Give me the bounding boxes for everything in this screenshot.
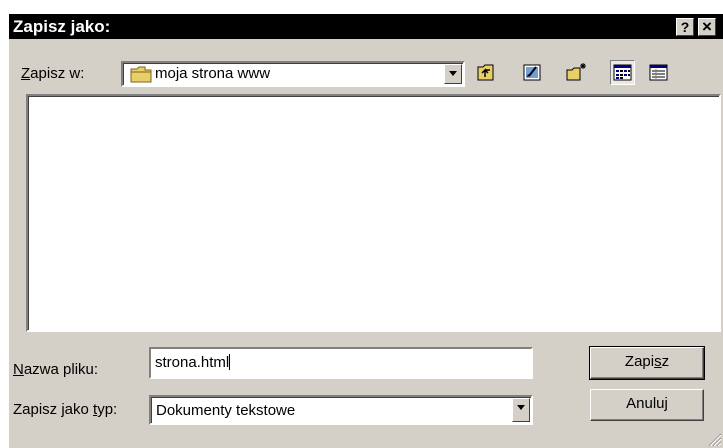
close-button[interactable]: ×	[698, 18, 716, 36]
chevron-down-icon[interactable]	[444, 64, 462, 84]
save-in-dropdown[interactable]: moja strona www	[121, 61, 465, 87]
list-view-icon	[613, 64, 632, 81]
title-bar[interactable]: Zapisz jako: ? ×	[9, 14, 723, 39]
dialog-title: Zapisz jako:	[13, 17, 111, 36]
desktop-button[interactable]	[520, 60, 545, 85]
up-one-level-button[interactable]	[474, 60, 499, 85]
cancel-button[interactable]: Anuluj	[590, 389, 704, 421]
new-folder-icon	[566, 63, 586, 81]
save-as-dialog: Zapisz jako: ? × Zapisz w: moja strona w…	[7, 12, 723, 448]
close-icon: ×	[702, 17, 712, 36]
filetype-label: Zapisz jako typ:	[13, 401, 118, 418]
list-view-button[interactable]	[610, 60, 635, 85]
filetype-value: Dokumenty tekstowe	[156, 402, 296, 419]
cancel-button-label: Anuluj	[626, 395, 668, 412]
new-folder-button[interactable]	[564, 60, 589, 85]
file-list[interactable]	[26, 94, 721, 332]
save-button[interactable]: Zapisz	[589, 346, 705, 380]
chevron-down-icon[interactable]	[512, 398, 530, 422]
save-in-folder-name: moja strona www	[155, 65, 271, 82]
help-button[interactable]: ?	[676, 18, 694, 36]
filename-label: Nazwa pliku:	[13, 361, 99, 378]
details-view-icon	[649, 64, 668, 81]
help-icon: ?	[680, 19, 690, 35]
save-button-label: Zapisz	[624, 353, 670, 370]
desktop-icon	[523, 64, 541, 81]
details-view-button[interactable]	[646, 60, 671, 85]
save-in-label: Zapisz w:	[21, 65, 85, 82]
folder-icon	[130, 66, 152, 83]
filetype-dropdown[interactable]: Dokumenty tekstowe	[149, 395, 533, 425]
resize-grip-icon[interactable]	[708, 433, 722, 447]
filename-input[interactable]: strona.html	[149, 347, 533, 379]
filename-value: strona.html	[155, 354, 231, 371]
up-one-level-icon	[477, 64, 494, 81]
